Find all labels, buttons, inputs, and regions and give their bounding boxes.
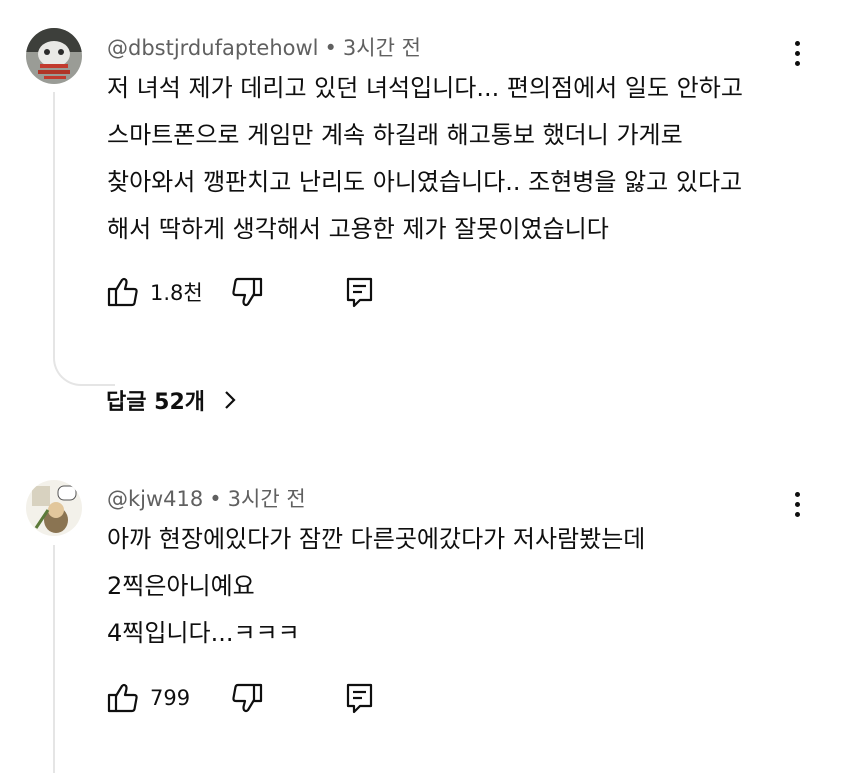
thread-connector <box>53 545 55 773</box>
avatar[interactable] <box>26 480 82 536</box>
separator-dot: • <box>209 487 222 511</box>
avatar[interactable] <box>26 28 82 84</box>
author-handle[interactable]: @dbstjrdufaptehowl <box>107 36 319 60</box>
comment-line: 4찍입니다...ㅋㅋㅋ <box>107 619 300 647</box>
dislike-button[interactable] <box>230 681 264 715</box>
dislike-button[interactable] <box>230 275 264 309</box>
comment-text: 아까 현장에있다가 잠깐 다른곳에갔다가 저사람봤는데 2찍은아니예요 4찍입니… <box>107 516 645 657</box>
comment-header: @kjw418 • 3시간 전 <box>107 483 306 513</box>
reply-button[interactable] <box>344 681 376 715</box>
timestamp[interactable]: 3시간 전 <box>228 487 306 511</box>
like-button[interactable]: 1.8천 <box>106 275 203 309</box>
comment-line: 해서 딱하게 생각해서 고용한 제가 잘못이였습니다 <box>107 215 609 243</box>
comment-line: 아까 현장에있다가 잠깐 다른곳에갔다가 저사람봤는데 <box>107 525 646 553</box>
more-vert-icon[interactable] <box>782 484 812 524</box>
chevron-right-icon <box>223 389 237 411</box>
like-count: 799 <box>150 686 191 710</box>
timestamp[interactable]: 3시간 전 <box>343 36 421 60</box>
replies-label: 답글 52개 <box>106 390 205 415</box>
thread-connector <box>53 92 115 386</box>
thumb-down-icon <box>232 683 263 713</box>
reply-button[interactable] <box>344 275 376 309</box>
comment-line: 스마트폰으로 게임만 계속 하길래 해고통보 했더니 가게로 <box>107 121 683 149</box>
reply-icon <box>346 277 372 308</box>
like-button[interactable]: 799 <box>106 681 190 715</box>
thumb-down-icon <box>232 277 262 307</box>
more-vert-icon[interactable] <box>782 33 812 73</box>
comment-actions: 1.8천 <box>106 272 376 312</box>
comment-actions: 799 <box>106 678 376 718</box>
view-replies-button[interactable]: 답글 52개 <box>106 380 237 420</box>
comment-line: 찾아와서 깽판치고 난리도 아니였습니다.. 조현병을 앓고 있다고 <box>107 168 743 196</box>
thumb-up-icon <box>107 683 138 713</box>
reply-icon <box>346 683 373 714</box>
like-count: 1.8천 <box>150 281 203 305</box>
comment-header: @dbstjrdufaptehowl • 3시간 전 <box>107 32 421 62</box>
comment-line: 저 녀석 제가 데리고 있던 녀석입니다... 편의점에서 일도 안하고 <box>107 74 743 102</box>
comment-text: 저 녀석 제가 데리고 있던 녀석입니다... 편의점에서 일도 안하고 스마트… <box>107 65 743 253</box>
author-handle[interactable]: @kjw418 <box>107 487 203 511</box>
comment-line: 2찍은아니예요 <box>107 572 255 600</box>
separator-dot: • <box>324 36 337 60</box>
